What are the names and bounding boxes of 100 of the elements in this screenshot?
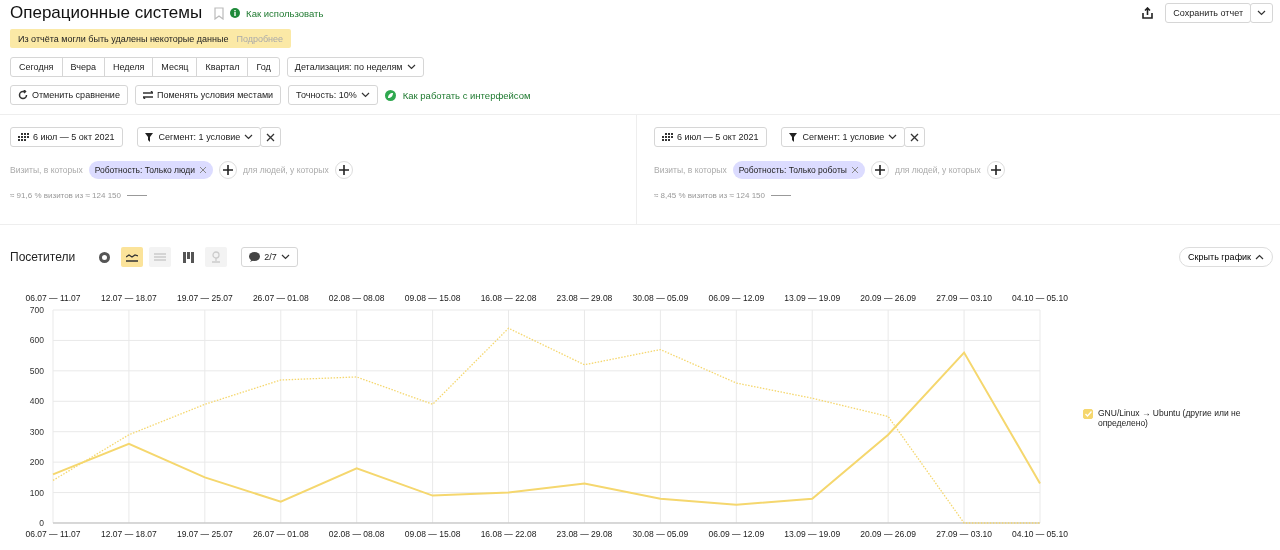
segment-dropdown[interactable]: Сегмент: 1 условие: [136, 127, 262, 147]
x-tick-label: 16.08 — 22.08: [480, 529, 537, 539]
visits-share: ≈ 8,45 % визитов из ≈ 124 150: [654, 191, 765, 200]
caret-icon: [1257, 10, 1266, 16]
bars-icon: [182, 251, 194, 263]
x-tick-label: 30.08 — 05.09: [632, 529, 689, 539]
y-tick-label: 400: [29, 396, 44, 407]
line-view-button[interactable]: [121, 247, 144, 267]
swap-icon: [142, 91, 153, 99]
x-tick-label: 19.07 — 25.07: [176, 529, 233, 539]
add-condition-button[interactable]: [870, 161, 889, 179]
remove-segment-button[interactable]: [904, 127, 926, 147]
x-tick-label: 06.09 — 12.09: [708, 529, 765, 539]
period-button[interactable]: Сегодня: [10, 57, 63, 77]
y-tick-label: 600: [29, 335, 44, 346]
y-tick-label: 0: [39, 518, 44, 528]
period-button[interactable]: Вчера: [61, 57, 105, 77]
caret-icon: [244, 134, 254, 140]
x-tick-label: 30.08 — 05.09: [632, 293, 689, 303]
add-condition-button[interactable]: [218, 161, 237, 179]
calendar-icon: [662, 133, 673, 141]
plus-icon: [222, 165, 233, 175]
check-icon: [1084, 411, 1092, 417]
notice-text: Из отчёта могли быть удалены некоторые данные: [18, 33, 229, 44]
legend-checkbox[interactable]: [1083, 409, 1093, 419]
people-label: для людей, у которых: [894, 165, 981, 175]
x-tick-label: 19.07 — 25.07: [176, 293, 233, 303]
y-tick-label: 300: [29, 426, 44, 437]
y-tick-label: 500: [29, 365, 44, 376]
period-button[interactable]: Неделя: [103, 57, 154, 77]
close-icon[interactable]: [850, 166, 859, 174]
x-tick-label: 16.08 — 22.08: [480, 293, 537, 303]
x-tick-label: 12.07 — 18.07: [101, 529, 157, 539]
save-report-button[interactable]: Сохранить отчет: [1165, 3, 1251, 23]
x-tick-label: 26.07 — 01.08: [252, 293, 309, 303]
x-tick-label: 13.09 — 19.09: [784, 293, 841, 303]
y-tick-label: 100: [29, 487, 44, 498]
period-button[interactable]: Месяц: [152, 57, 198, 77]
accuracy-dropdown[interactable]: Точность: 10%: [288, 85, 378, 105]
close-icon[interactable]: [198, 166, 207, 174]
date-range-button[interactable]: 6 июл — 5 окт 2021: [10, 127, 123, 147]
visits-share: ≈ 91,6 % визитов из ≈ 124 150: [10, 191, 121, 200]
hide-chart-button[interactable]: Скрыть график: [1179, 247, 1273, 267]
legend-label: GNU/Linux → Ubuntu (другие или не определено): [1098, 408, 1242, 428]
x-tick-label: 20.09 — 26.09: [860, 293, 917, 303]
detail-dropdown[interactable]: Детализация: по неделям: [286, 57, 424, 77]
refresh-icon: [18, 90, 28, 100]
help-link[interactable]: Как использовать: [246, 7, 324, 19]
cancel-comparison-button[interactable]: Отменить сравнение: [10, 85, 128, 105]
swap-conditions-button[interactable]: Поменять условия местами: [134, 85, 282, 105]
leaf-icon: [384, 89, 396, 101]
add-condition-button[interactable]: [986, 161, 1005, 179]
x-tick-label: 12.07 — 18.07: [101, 293, 157, 303]
chart-title: Посетители: [10, 250, 76, 264]
stacked-lines-icon: [154, 252, 167, 262]
plus-icon: [874, 165, 885, 175]
plus-icon: [990, 165, 1001, 175]
filter-icon: [788, 132, 799, 142]
plus-icon: [338, 165, 349, 175]
filter-icon: [144, 132, 155, 142]
y-tick-label: 200: [29, 457, 44, 468]
segment-dropdown[interactable]: Сегмент: 1 условие: [780, 127, 906, 147]
x-tick-label: 20.09 — 26.09: [860, 529, 917, 539]
interface-guide-link[interactable]: Как работать с интерфейсом: [402, 89, 531, 101]
comments-dropdown[interactable]: 2/7: [241, 247, 298, 267]
x-tick-label: 02.08 — 08.08: [328, 529, 385, 539]
add-condition-button[interactable]: [334, 161, 353, 179]
caret-icon: [1255, 254, 1264, 260]
map-pin-icon: [211, 251, 222, 263]
date-range-button[interactable]: 6 июл — 5 окт 2021: [654, 127, 767, 147]
page-title: Операционные системы: [10, 3, 203, 23]
y-tick-label: 700: [29, 305, 44, 315]
info-icon: [230, 8, 241, 18]
share-line: [771, 195, 791, 196]
x-tick-label: 09.08 — 15.08: [404, 293, 461, 303]
condition-chip[interactable]: Роботность: Только люди: [88, 161, 213, 179]
x-tick-label: 26.07 — 01.08: [252, 529, 309, 539]
pie-chart-icon: [98, 251, 110, 263]
caret-icon: [888, 134, 898, 140]
visits-label: Визиты, в которых: [10, 165, 83, 175]
x-tick-label: 09.08 — 15.08: [404, 529, 461, 539]
x-tick-label: 27.09 — 03.10: [936, 293, 992, 303]
remove-segment-button[interactable]: [260, 127, 282, 147]
condition-chip[interactable]: Роботность: Только роботы: [732, 161, 865, 179]
visits-label: Визиты, в которых: [654, 165, 727, 175]
comment-icon: [249, 252, 261, 262]
x-tick-label: 04.10 — 05.10: [1012, 529, 1068, 539]
line-chart-icon: [126, 252, 139, 262]
x-tick-label: 13.09 — 19.09: [784, 529, 841, 539]
x-tick-label: 06.07 — 11.07: [25, 293, 81, 303]
x-tick-label: 06.09 — 12.09: [708, 293, 765, 303]
caret-icon: [280, 254, 290, 260]
people-label: для людей, у которых: [242, 165, 329, 175]
caret-icon: [406, 64, 416, 70]
x-tick-label: 27.09 — 03.10: [936, 529, 992, 539]
period-button[interactable]: Квартал: [196, 57, 249, 77]
calendar-icon: [18, 133, 29, 141]
x-tick-label: 23.08 — 29.08: [556, 529, 613, 539]
share-icon: [1141, 7, 1153, 19]
period-button[interactable]: Год: [247, 57, 280, 77]
